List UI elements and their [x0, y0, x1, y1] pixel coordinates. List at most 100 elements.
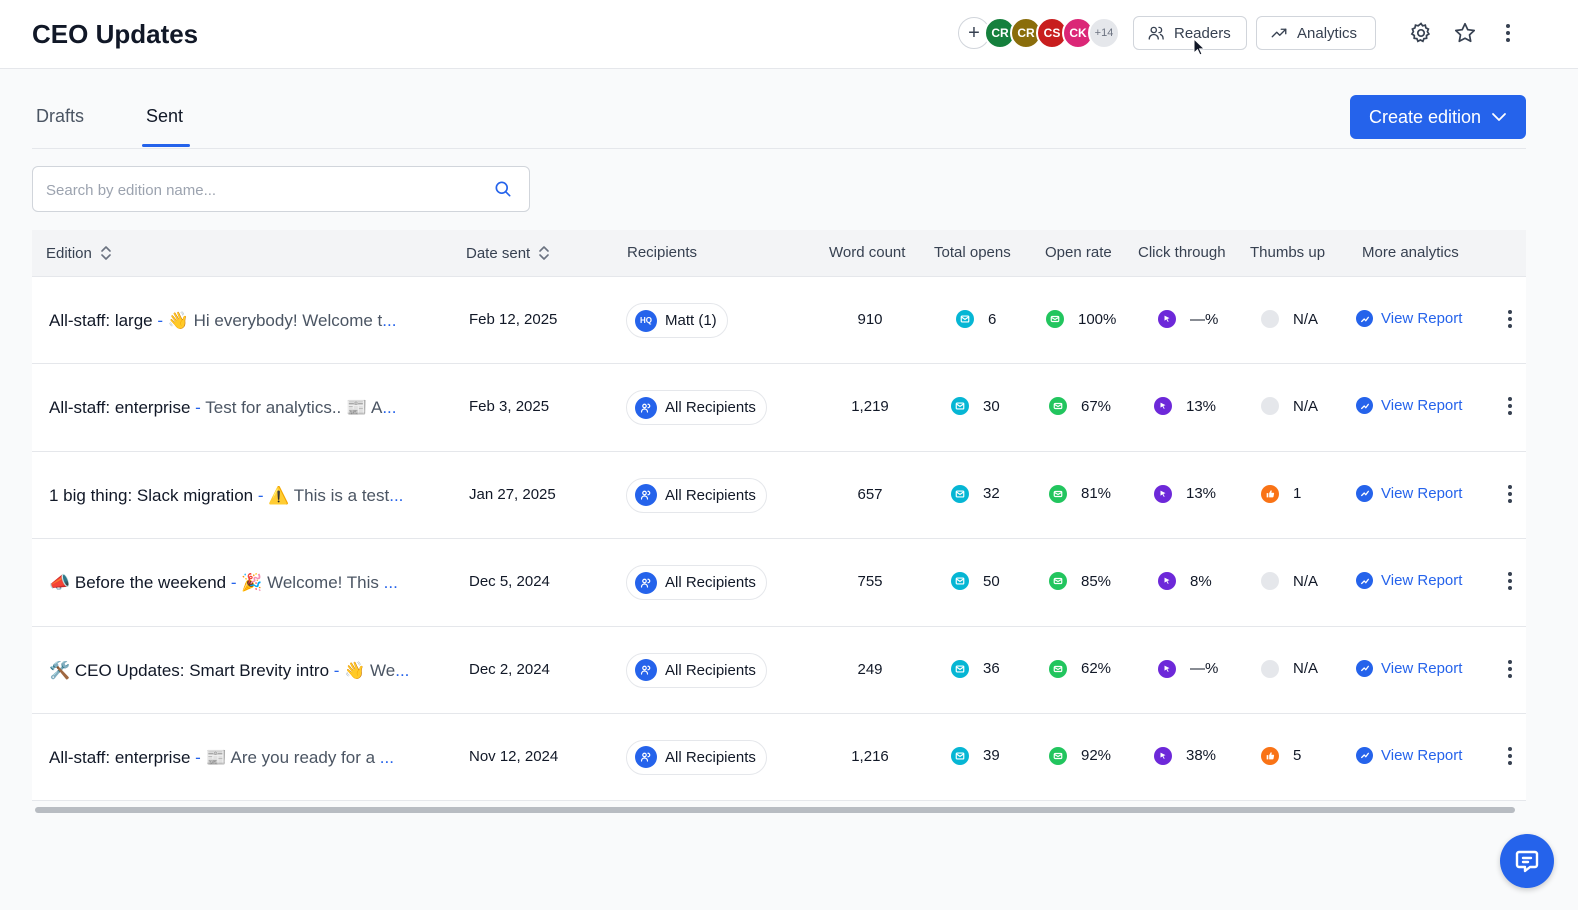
- search-input[interactable]: [46, 179, 476, 201]
- recipients-pill[interactable]: All Recipients: [626, 652, 767, 688]
- more-avatars-badge[interactable]: +14: [1088, 17, 1120, 49]
- edition-title[interactable]: 🛠️ CEO Updates: Smart Brevity intro: [49, 661, 329, 680]
- recipients-label: All Recipients: [665, 748, 756, 766]
- edition-title-cell[interactable]: All-staff: large - 👋 Hi everybody! Welco…: [49, 311, 437, 331]
- row-menu-button[interactable]: [1500, 482, 1520, 506]
- row-menu-button[interactable]: [1500, 657, 1520, 681]
- tab-sent[interactable]: Sent: [146, 106, 183, 127]
- open-rate: 62%: [1049, 659, 1111, 678]
- column-header-date-sent[interactable]: Date sent: [466, 244, 550, 262]
- word-count: 755: [857, 573, 883, 591]
- collaborator-avatars[interactable]: + CR CR CS CK +14: [958, 16, 1120, 50]
- kebab-icon: [1508, 659, 1512, 678]
- edition-separator: -: [226, 573, 242, 593]
- users-icon: [1148, 26, 1164, 40]
- table-header: Edition Date sent Recipients Word count …: [32, 230, 1526, 277]
- users-icon: [635, 484, 657, 507]
- cursor-click-icon: [1158, 572, 1176, 591]
- thumbs-up: N/A: [1261, 310, 1318, 328]
- view-report-label: View Report: [1381, 484, 1463, 502]
- view-report-link[interactable]: View Report: [1356, 397, 1462, 415]
- chart-trend-icon: [1356, 572, 1373, 590]
- mail-icon: [1049, 484, 1067, 503]
- analytics-button[interactable]: Analytics: [1256, 16, 1376, 50]
- chat-help-icon: [1515, 850, 1539, 873]
- table-row[interactable]: 📣 Before the weekend - 🎉 Welcome! This .…: [32, 539, 1526, 627]
- open-rate: 85%: [1049, 572, 1111, 591]
- row-menu-button[interactable]: [1500, 744, 1520, 768]
- edition-title[interactable]: All-staff: large: [49, 311, 153, 330]
- search-icon[interactable]: [493, 179, 513, 199]
- edition-separator: -: [190, 747, 206, 767]
- open-rate: 67%: [1049, 397, 1111, 416]
- horizontal-scrollbar[interactable]: [32, 804, 1526, 816]
- row-menu-button[interactable]: [1500, 569, 1520, 593]
- open-rate: 100%: [1046, 310, 1116, 328]
- open-rate-value: 81%: [1081, 485, 1112, 503]
- favorite-button[interactable]: [1450, 18, 1480, 48]
- thumbs-up-value: N/A: [1293, 310, 1319, 328]
- edition-tabs: Drafts Sent: [32, 96, 1526, 149]
- edition-title[interactable]: All-staff: enterprise: [49, 748, 190, 767]
- envelope-open-icon: [951, 484, 969, 503]
- tab-drafts[interactable]: Drafts: [36, 106, 84, 127]
- view-report-link[interactable]: View Report: [1356, 484, 1463, 502]
- thumbs-up-icon: [1261, 746, 1279, 765]
- table-row[interactable]: All-staff: large - 👋 Hi everybody! Welco…: [32, 277, 1526, 365]
- envelope-open-icon: [951, 397, 969, 416]
- edition-title[interactable]: All-staff: enterprise: [49, 398, 190, 417]
- edition-title-cell[interactable]: All-staff: enterprise - 📰 Are you ready …: [49, 748, 437, 768]
- users-icon: [635, 396, 657, 419]
- recipients-pill[interactable]: All Recipients: [626, 477, 767, 513]
- date-sent: Dec 2, 2024: [469, 660, 550, 678]
- column-header-edition[interactable]: Edition: [46, 244, 112, 262]
- table-row[interactable]: All-staff: enterprise - 📰 Are you ready …: [32, 713, 1526, 802]
- recipients-label: Matt (1): [665, 312, 717, 329]
- column-header-total-opens: Total opens: [934, 244, 1011, 261]
- click-through: —%: [1158, 310, 1218, 328]
- edition-title-cell[interactable]: 1 big thing: Slack migration - ⚠️ This i…: [49, 486, 437, 506]
- click-through-value: 8%: [1190, 572, 1212, 590]
- thumbs-up-icon: [1261, 572, 1279, 591]
- column-header-more-analytics: More analytics: [1362, 244, 1459, 261]
- edition-title[interactable]: 📣 Before the weekend: [49, 573, 226, 592]
- view-report-link[interactable]: View Report: [1356, 659, 1462, 677]
- active-tab-indicator: [142, 144, 190, 147]
- table-row[interactable]: 🛠️ CEO Updates: Smart Brevity intro - 👋 …: [32, 626, 1526, 714]
- edition-title[interactable]: 1 big thing: Slack migration: [49, 486, 253, 505]
- view-report-link[interactable]: View Report: [1356, 572, 1462, 590]
- chart-trend-icon: [1356, 397, 1373, 415]
- edition-preview: 🎉 Welcome! This: [241, 573, 384, 593]
- click-through: 13%: [1154, 397, 1216, 416]
- settings-button[interactable]: [1406, 18, 1436, 48]
- thumbs-up: 5: [1261, 746, 1301, 765]
- edition-title-cell[interactable]: All-staff: enterprise - Test for analyti…: [49, 398, 437, 418]
- edition-title-cell[interactable]: 🛠️ CEO Updates: Smart Brevity intro - 👋 …: [49, 661, 437, 681]
- chart-trend-icon: [1356, 484, 1373, 502]
- word-count: 1,219: [851, 398, 889, 416]
- recipients-pill[interactable]: All Recipients: [626, 390, 767, 426]
- help-chat-button[interactable]: [1500, 834, 1554, 888]
- edition-ellipsis: ...: [379, 747, 394, 767]
- view-report-link[interactable]: View Report: [1356, 310, 1462, 327]
- row-menu-button[interactable]: [1500, 307, 1520, 331]
- recipients-pill[interactable]: HQ Matt (1): [626, 303, 728, 338]
- recipients-pill[interactable]: All Recipients: [626, 739, 767, 775]
- thumbs-up: N/A: [1261, 397, 1318, 416]
- scrollbar-thumb[interactable]: [35, 807, 1515, 813]
- recipients-pill[interactable]: All Recipients: [626, 565, 767, 601]
- create-edition-button[interactable]: Create edition: [1350, 95, 1526, 139]
- table-row[interactable]: All-staff: enterprise - Test for analyti…: [32, 364, 1526, 452]
- readers-button[interactable]: Readers: [1133, 16, 1247, 50]
- trend-up-icon: [1271, 28, 1287, 38]
- date-sent: Feb 12, 2025: [469, 311, 558, 328]
- view-report-link[interactable]: View Report: [1356, 746, 1462, 764]
- search-box: [32, 166, 530, 212]
- total-opens-value: 32: [983, 485, 1000, 503]
- table-row[interactable]: 1 big thing: Slack migration - ⚠️ This i…: [32, 451, 1526, 540]
- edition-title-cell[interactable]: 📣 Before the weekend - 🎉 Welcome! This .…: [49, 573, 437, 593]
- thumbs-up-value: 1: [1293, 485, 1302, 503]
- row-menu-button[interactable]: [1500, 394, 1520, 418]
- click-through-value: 38%: [1186, 747, 1217, 765]
- more-options-button[interactable]: [1493, 18, 1523, 48]
